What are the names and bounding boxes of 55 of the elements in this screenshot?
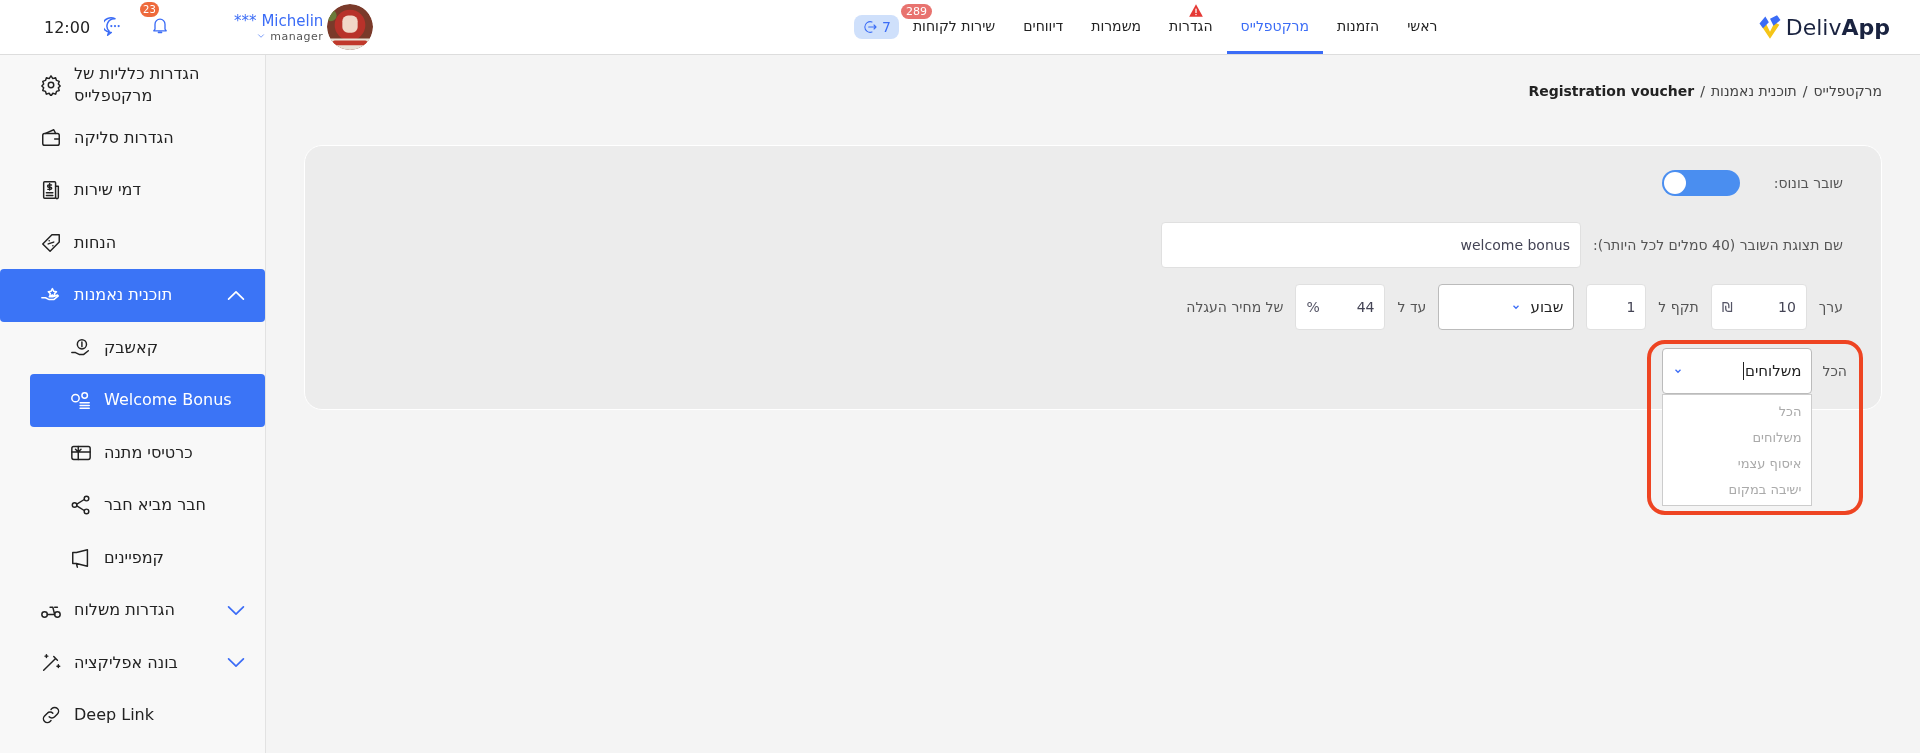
sidebar-item[interactable]: דמי שירות: [0, 164, 265, 217]
breadcrumb-link[interactable]: מרקטפלייס: [1813, 83, 1882, 99]
breadcrumb-separator: /: [1700, 83, 1705, 99]
field-label: שובר בונוס:: [1773, 175, 1843, 191]
chevron-icon: [227, 289, 245, 301]
number-field[interactable]: 1: [1586, 284, 1647, 330]
field-label: עד ל: [1397, 299, 1427, 315]
sidebar-item[interactable]: Welcome Bonus: [30, 374, 265, 427]
sidebar-item[interactable]: קמפיינים: [30, 531, 265, 584]
sidebar-item[interactable]: קאשבק: [30, 321, 265, 374]
sidebar-item[interactable]: הגדרות סליקה: [0, 111, 265, 164]
field-label: של מחיר העגלה: [1186, 299, 1284, 315]
breadcrumb-separator: /: [1802, 83, 1808, 99]
tag-icon: [40, 231, 62, 254]
share-icon: [70, 494, 92, 517]
percent-field[interactable]: 44 %: [1295, 284, 1386, 330]
people-coin-icon: [70, 389, 92, 412]
sidebar-item[interactable]: תוכנית נאמנות: [0, 269, 265, 322]
period-dropdown[interactable]: שבוע: [1438, 284, 1575, 330]
sidebar-item[interactable]: הנחות: [0, 216, 265, 269]
gear-icon: [40, 74, 62, 97]
notification-badge: 23: [140, 2, 159, 17]
sidebar-item[interactable]: הגדרות משלוח: [0, 584, 265, 637]
toggle-switch[interactable]: [1661, 170, 1740, 196]
magic-wand-icon: [40, 651, 62, 674]
text-field[interactable]: welcome bonus: [1160, 222, 1581, 268]
scope-dropdown[interactable]: משלוחים: [1662, 348, 1813, 394]
user-name[interactable]: *** Michelin: [234, 11, 324, 30]
field-label: תקף ל: [1658, 299, 1699, 315]
sidebar-item[interactable]: הגדרות כלליות של מרקטפלייס: [0, 59, 265, 112]
receipt-icon: [40, 179, 62, 202]
wallet-icon: [40, 126, 62, 149]
sidebar-item[interactable]: כרטיסי מתנה: [30, 426, 265, 479]
sidebar-item[interactable]: חבר מביא חבר: [30, 479, 265, 532]
amount-field[interactable]: 10 ₪: [1710, 284, 1807, 330]
logo-text: DelivApp: [1785, 14, 1890, 40]
nav-tab[interactable]: הזמנות: [1323, 0, 1394, 54]
count-badge: 289: [900, 4, 932, 19]
nav-tab[interactable]: משמרות: [1077, 0, 1156, 54]
exit-icon: [862, 19, 878, 35]
breadcrumb-link[interactable]: תוכנית נאמנות: [1710, 83, 1797, 99]
field-label: שם תצוגת השובר (40 סמלים לכל היותר):: [1592, 237, 1843, 253]
user-role: manager: [270, 29, 324, 43]
field-label: הכל: [1822, 362, 1847, 381]
nav-tab[interactable]: מרקטפלייס: [1226, 0, 1323, 54]
sidebar-item[interactable]: Deep Link: [0, 689, 265, 742]
chevron-icon: [227, 604, 245, 616]
clock-time: 12:00: [44, 17, 91, 37]
field-label: ערך: [1818, 299, 1843, 315]
nav-tab[interactable]: דיווחים: [1009, 0, 1078, 54]
chevron-icon: [227, 657, 245, 669]
nav-tab[interactable]: הגדרות: [1155, 0, 1227, 54]
breadcrumb-current: Registration voucher: [1528, 83, 1695, 99]
sidebar-item[interactable]: בונה אפליקציה: [0, 636, 265, 689]
nav-tab[interactable]: ראשי: [1393, 0, 1452, 54]
